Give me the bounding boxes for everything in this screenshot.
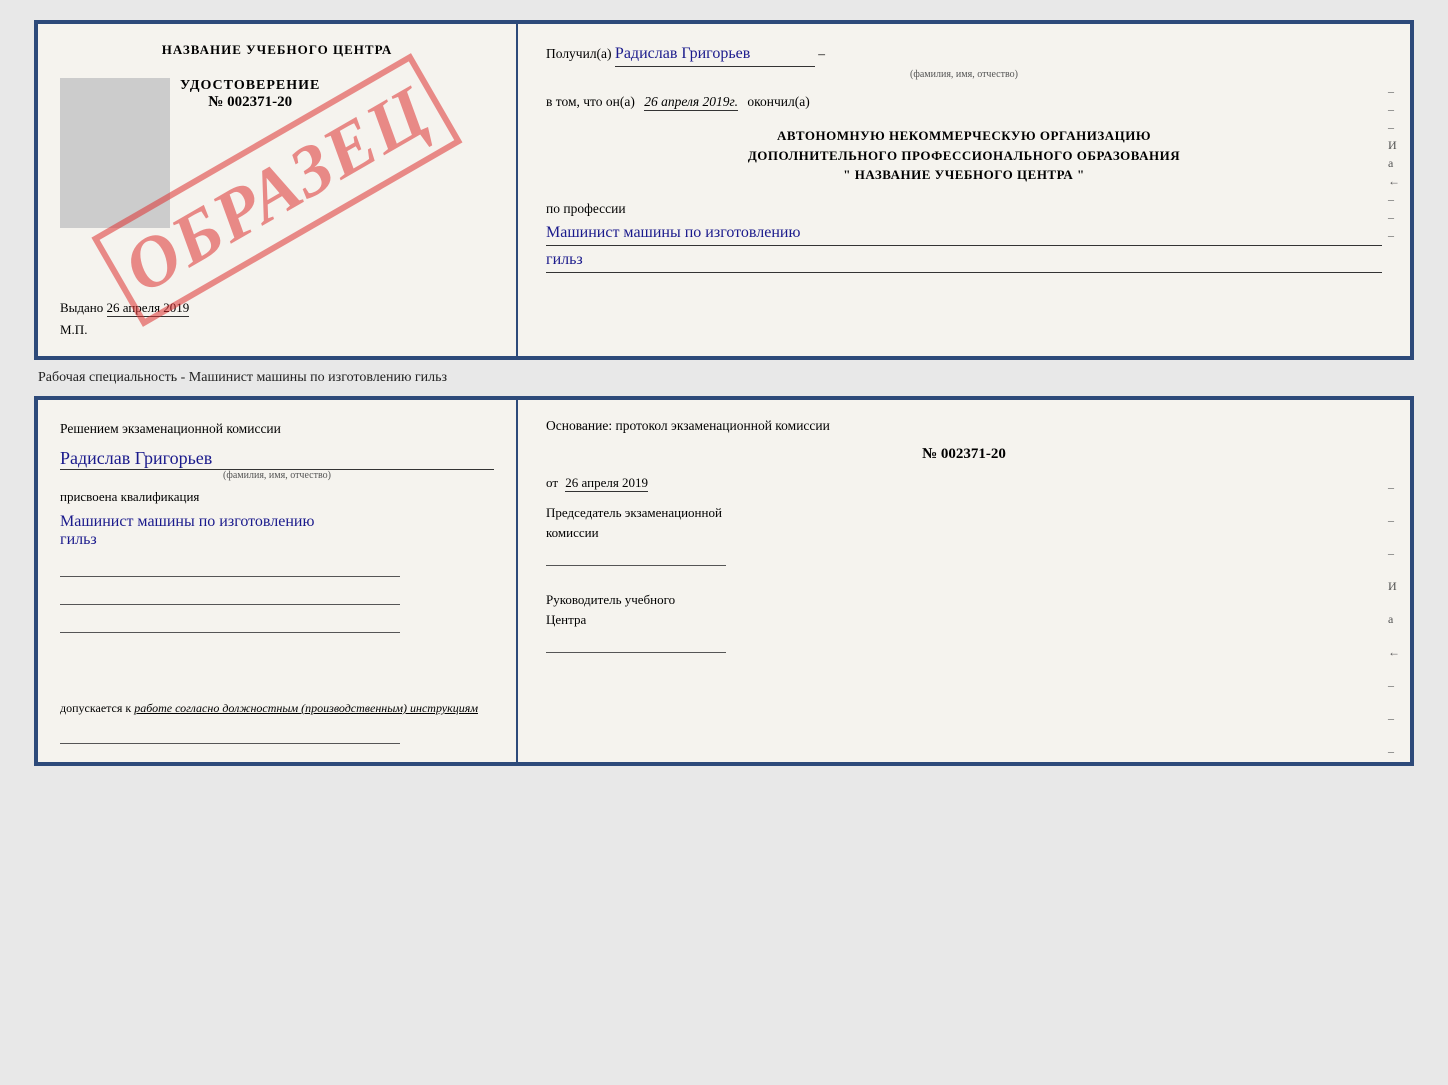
udostoverenie-block: УДОСТОВЕРЕНИЕ № 002371-20 xyxy=(180,78,320,111)
right-dashes: – – – И а ← – – – xyxy=(1388,84,1400,243)
recipient-sub: (фамилия, имя, отчество) xyxy=(546,67,1382,82)
certificate-bottom: Решением экзаменационной комиссии Радисл… xyxy=(34,396,1414,766)
org-line1: АВТОНОМНУЮ НЕКОММЕРЧЕСКУЮ ОРГАНИЗАЦИЮ xyxy=(546,126,1382,146)
rukovoditel-block: Руководитель учебного Центра xyxy=(546,590,1382,653)
udostoverenie-num: № 002371-20 xyxy=(208,94,292,111)
protocol-date: 26 апреля 2019 xyxy=(565,475,648,492)
protocol-num: № 002371-20 xyxy=(546,446,1382,463)
profession-line2: гильз xyxy=(546,248,1382,273)
mp-label: М.П. xyxy=(60,322,87,338)
bottom-right-dashes: – – – И а ← – – – xyxy=(1388,480,1400,759)
protocol-date-row: от 26 апреля 2019 xyxy=(546,475,1382,491)
vydano-label: Выдано xyxy=(60,300,103,315)
rukovoditel-line1: Руководитель учебного xyxy=(546,590,1382,610)
prisvoena-label: присвоена квалификация xyxy=(60,489,494,505)
document-wrapper: НАЗВАНИЕ УЧЕБНОГО ЦЕНТРА УДОСТОВЕРЕНИЕ №… xyxy=(34,20,1414,766)
cert-inner-left: УДОСТОВЕРЕНИЕ № 002371-20 xyxy=(60,70,320,238)
caption-between: Рабочая специальность - Машинист машины … xyxy=(34,370,451,386)
dopuskaetsya-text: работе согласно должностным (производств… xyxy=(134,701,478,715)
predsedatel-block: Председатель экзаменационной комиссии xyxy=(546,503,1382,566)
underline-4 xyxy=(60,728,400,744)
dopuskaetsya-prefix: допускается к xyxy=(60,701,131,715)
profession-line1: Машинист машины по изготовлению xyxy=(546,221,1382,246)
udostoverenie-title: УДОСТОВЕРЕНИЕ xyxy=(180,78,320,94)
predsedatel-sign-line xyxy=(546,546,726,566)
bottom-person-sub: (фамилия, имя, отчество) xyxy=(60,470,494,481)
poluchil-row: Получил(а) Радислав Григорьев – (фамилия… xyxy=(546,42,1382,82)
certificate-top: НАЗВАНИЕ УЧЕБНОГО ЦЕНТРА УДОСТОВЕРЕНИЕ №… xyxy=(34,20,1414,360)
cert-right: Получил(а) Радислав Григорьев – (фамилия… xyxy=(518,24,1410,356)
org-block: АВТОНОМНУЮ НЕКОММЕРЧЕСКУЮ ОРГАНИЗАЦИЮ ДО… xyxy=(546,126,1382,185)
ot-label: от xyxy=(546,475,558,490)
bottom-person-block: Радислав Григорьев (фамилия, имя, отчест… xyxy=(60,448,494,481)
cert-left: НАЗВАНИЕ УЧЕБНОГО ЦЕНТРА УДОСТОВЕРЕНИЕ №… xyxy=(38,24,518,356)
org-line3: " НАЗВАНИЕ УЧЕБНОГО ЦЕНТРА " xyxy=(546,165,1382,185)
rukovoditel-line2: Центра xyxy=(546,610,1382,630)
underline-2 xyxy=(60,589,400,605)
okonchil-label: окончил(а) xyxy=(747,94,809,109)
poluchil-prefix: Получил(а) xyxy=(546,46,612,61)
profession-block: по профессии Машинист машины по изготовл… xyxy=(546,199,1382,273)
underline-1 xyxy=(60,561,400,577)
recipient-name: Радислав Григорьев xyxy=(615,42,815,67)
predsedatel-line2: комиссии xyxy=(546,523,1382,543)
predsedatel-line1: Председатель экзаменационной xyxy=(546,503,1382,523)
bottom-person-name: Радислав Григорьев xyxy=(60,448,494,470)
vtom-date: 26 апреля 2019г. xyxy=(644,94,738,111)
bottom-profession-line2: гильз xyxy=(60,531,494,549)
org-line2: ДОПОЛНИТЕЛЬНОГО ПРОФЕССИОНАЛЬНОГО ОБРАЗО… xyxy=(546,146,1382,166)
top-left-title: НАЗВАНИЕ УЧЕБНОГО ЦЕНТРА xyxy=(60,42,494,58)
resheniem-label: Решением экзаменационной комиссии xyxy=(60,418,494,440)
rukovoditel-sign-line xyxy=(546,633,726,653)
vtom-prefix: в том, что он(а) xyxy=(546,94,635,109)
bottom-left: Решением экзаменационной комиссии Радисл… xyxy=(38,400,518,762)
po-professii-label: по профессии xyxy=(546,199,1382,219)
vtom-row: в том, что он(а) 26 апреля 2019г. окончи… xyxy=(546,92,1382,112)
photo-placeholder xyxy=(60,78,170,228)
bottom-profession-block: Машинист машины по изготовлению гильз xyxy=(60,513,494,549)
osnovaniye-label: Основание: протокол экзаменационной коми… xyxy=(546,418,1382,434)
vydano-date: 26 апреля 2019 xyxy=(107,300,190,317)
bottom-profession-line1: Машинист машины по изготовлению xyxy=(60,513,494,531)
bottom-right: Основание: протокол экзаменационной коми… xyxy=(518,400,1410,762)
vydano-line: Выдано 26 апреля 2019 xyxy=(60,290,189,316)
dopuskaetsya-block: допускается к работе согласно должностны… xyxy=(60,701,494,716)
underline-3 xyxy=(60,617,400,633)
